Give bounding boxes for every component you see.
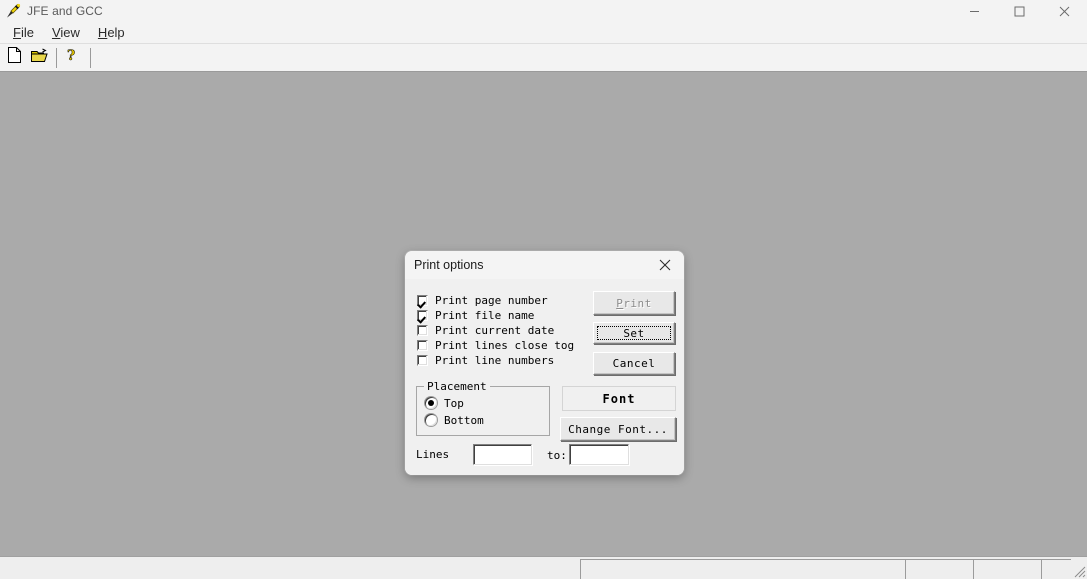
- checkbox-print-lines-close-together[interactable]: Print lines close tog: [417, 338, 574, 353]
- print-options-dialog: Print options Print page number Print fi…: [405, 251, 684, 475]
- new-file-button[interactable]: [3, 47, 26, 69]
- dialog-title: Print options: [414, 258, 484, 272]
- help-question-icon: ?: [66, 47, 79, 68]
- client-area: Print options Print page number Print fi…: [0, 72, 1087, 556]
- radio-placement-top[interactable]: Top: [425, 396, 464, 410]
- toolbar-end-separator: [90, 47, 91, 68]
- cancel-button[interactable]: Cancel: [593, 352, 675, 375]
- cancel-button-label: Cancel: [612, 357, 656, 370]
- checkbox-label: Print current date: [435, 324, 555, 337]
- window-title: JFE and GCC: [27, 4, 103, 18]
- toolbar-separator: [56, 47, 57, 68]
- close-icon[interactable]: [1042, 0, 1087, 22]
- lines-to-label: to:: [547, 449, 567, 462]
- quill-pen-icon: [5, 3, 21, 19]
- lines-from-input[interactable]: [473, 444, 532, 465]
- font-preview-label: Font: [602, 391, 636, 406]
- checkbox-label: Print file name: [435, 309, 535, 322]
- print-button[interactable]: Print: [593, 291, 675, 315]
- change-font-button[interactable]: Change Font...: [560, 417, 676, 441]
- checkbox-label: Print page number: [435, 294, 548, 307]
- menubar: File View Help: [0, 22, 1087, 44]
- radio-placement-bottom[interactable]: Bottom: [425, 413, 484, 427]
- checkbox-indicator[interactable]: [417, 295, 428, 306]
- dialog-titlebar: Print options: [405, 251, 684, 279]
- window-titlebar: JFE and GCC: [0, 0, 1087, 22]
- radio-indicator[interactable]: [425, 414, 437, 426]
- checkbox-indicator[interactable]: [417, 355, 428, 366]
- statusbar-spring: [0, 557, 580, 579]
- placement-legend: Placement: [424, 380, 490, 393]
- menu-label-help-rest: elp: [107, 25, 125, 40]
- open-folder-icon: [31, 48, 48, 68]
- set-button-label: Set: [623, 326, 645, 340]
- checkbox-print-file-name[interactable]: Print file name: [417, 308, 534, 323]
- maximize-icon[interactable]: [997, 0, 1042, 22]
- checkbox-label: Print lines close tog: [435, 339, 575, 352]
- statusbar-pane-3: [973, 559, 1041, 579]
- radio-label: Top: [444, 396, 464, 410]
- new-file-icon: [7, 47, 22, 68]
- radio-indicator[interactable]: [425, 397, 437, 409]
- toolbar: ?: [0, 44, 1087, 72]
- placement-groupbox: Placement Top Bottom: [416, 380, 550, 436]
- checkbox-print-line-numbers[interactable]: Print line numbers: [417, 353, 554, 368]
- checkbox-label: Print line numbers: [435, 354, 555, 367]
- svg-text:?: ?: [67, 48, 75, 63]
- checkbox-indicator[interactable]: [417, 340, 428, 351]
- statusbar: [0, 556, 1087, 579]
- menu-item-view[interactable]: View: [43, 23, 89, 42]
- statusbar-pane-1: [580, 559, 905, 579]
- open-folder-button[interactable]: [28, 47, 51, 69]
- menu-label-view-rest: iew: [60, 25, 80, 40]
- font-preview-panel: Font: [562, 386, 676, 411]
- lines-label: Lines: [416, 448, 450, 461]
- menu-label-file-rest: ile: [20, 25, 34, 40]
- resize-grip-icon[interactable]: [1071, 557, 1087, 579]
- minimize-icon[interactable]: [952, 0, 997, 22]
- dialog-close-icon[interactable]: [646, 251, 684, 279]
- menu-item-file[interactable]: File: [4, 23, 43, 42]
- change-font-button-label: Change Font...: [568, 422, 668, 436]
- window-controls: [952, 0, 1087, 22]
- set-button[interactable]: Set: [593, 322, 675, 344]
- radio-label: Bottom: [444, 413, 484, 427]
- checkbox-indicator[interactable]: [417, 310, 428, 321]
- checkbox-print-current-date[interactable]: Print current date: [417, 323, 554, 338]
- dialog-body: Print page number Print file name Print …: [405, 279, 684, 475]
- app-window: JFE and GCC File View Help ? Print optio…: [0, 0, 1087, 579]
- lines-to-input[interactable]: [569, 444, 629, 465]
- checkbox-indicator[interactable]: [417, 325, 428, 336]
- print-button-label: Print: [616, 296, 652, 310]
- checkbox-print-page-number[interactable]: Print page number: [417, 293, 548, 308]
- statusbar-pane-4: [1041, 559, 1071, 579]
- menu-item-help[interactable]: Help: [89, 23, 134, 42]
- help-button[interactable]: ?: [61, 47, 84, 69]
- statusbar-pane-2: [905, 559, 973, 579]
